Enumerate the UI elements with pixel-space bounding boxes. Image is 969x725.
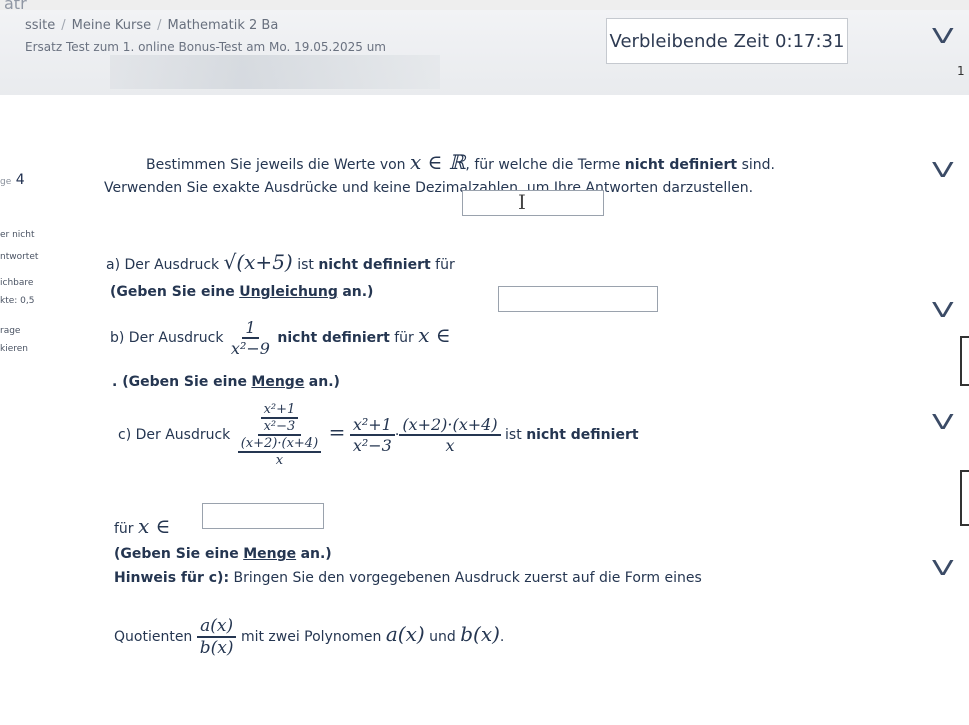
question-number-value: 4: [15, 172, 25, 188]
hint2-fraction: a(x) b(x): [197, 616, 237, 658]
breadcrumb-root[interactable]: ssite: [25, 18, 55, 33]
part-c-rhs-fraction-2: (x+2)·(x+4) x: [399, 415, 501, 455]
part-b-bold: nicht definiert: [277, 330, 390, 346]
part-c-compound-fraction: x²+1 x²−3 (x+2)·(x+4) x: [235, 402, 324, 468]
chevron-down-icon[interactable]: V: [932, 410, 954, 434]
site-brand[interactable]: atr: [4, 0, 27, 13]
breadcrumb-separator: /: [61, 18, 66, 33]
part-a-hint-word: Ungleichung: [239, 284, 338, 300]
part-a-math: √(x+5): [223, 250, 293, 274]
part-c-hint-suffix: an.): [300, 546, 332, 562]
chevron-down-icon[interactable]: V: [932, 24, 954, 48]
part-b-prefix: b) Der Ausdruck: [110, 330, 224, 346]
part-c-rhs1-numerator: x²+1: [349, 415, 395, 436]
hint2-denominator: b(x): [199, 638, 234, 658]
hint-text: Bringen Sie den vorgegebenen Ausdruck zu…: [233, 570, 702, 586]
hint-label: Hinweis für c):: [114, 570, 230, 586]
part-c-answer-input[interactable]: [202, 503, 324, 529]
part-a-line: a) Der Ausdruck √(x+5) ist nicht definie…: [106, 250, 455, 274]
part-c-prefix: c) Der Ausdruck: [118, 427, 231, 443]
part-c-denom-numerator: (x+2)·(x+4): [237, 436, 322, 453]
part-a-prefix: a) Der Ausdruck: [106, 257, 220, 273]
part-b-hint-suffix: an.): [308, 374, 340, 390]
hint2-end: .: [499, 629, 505, 645]
part-a-hint: (Geben Sie eine Ungleichung an.): [110, 284, 373, 300]
part-b-line: b) Der Ausdruck 1 x²−9 nicht definiert f…: [110, 318, 451, 358]
hint-line: Hinweis für c): Bringen Sie den vorgegeb…: [114, 570, 702, 586]
part-a-hint-suffix: an.): [342, 284, 374, 300]
question-status-2: ntwortet: [0, 252, 39, 262]
part-c-outer-denominator: (x+2)·(x+4) x: [235, 436, 324, 468]
breadcrumb-quiz-prefix: Ersatz: [25, 40, 63, 54]
hint2-prefix: Quotienten: [114, 629, 193, 645]
part-c-line: c) Der Ausdruck x²+1 x²−3 (x+2)·(x+4) x …: [118, 402, 639, 468]
text-cursor-icon: I: [518, 190, 526, 214]
part-c-hint: (Geben Sie eine Menge an.): [114, 546, 332, 562]
nav-question-number[interactable]: 1: [957, 64, 965, 78]
part-c-hint-word: Menge: [243, 546, 297, 562]
part-c-for-line: für x ∈: [114, 514, 170, 538]
question-status: er nicht: [0, 230, 35, 240]
part-c-inner-fraction: x²+1 x²−3: [260, 402, 299, 434]
intro-text: Bestimmen Sie jeweils die Werte von: [146, 157, 406, 173]
intro-line-2: Verwenden Sie exakte Ausdrücke und keine…: [104, 180, 754, 196]
part-b-hint: . (Geben Sie eine Menge an.): [112, 374, 340, 390]
hint2-a: a(x): [385, 622, 425, 646]
part-b-answer-input[interactable]: [498, 286, 658, 312]
part-c-denom-denominator: x: [275, 453, 284, 468]
part-b-math: x ∈: [418, 323, 451, 347]
part-a-for: für: [435, 257, 455, 273]
part-b-hint-word: Menge: [251, 374, 305, 390]
chevron-down-icon[interactable]: V: [932, 158, 954, 182]
flag-question-link[interactable]: rage: [0, 326, 20, 336]
part-a-suffix: ist: [297, 257, 314, 273]
intro-math: x ∈ ℝ: [410, 150, 466, 174]
part-c-rhs1-denominator: x²−3: [352, 436, 392, 455]
hint2-b: b(x): [460, 622, 500, 646]
nav-question-box[interactable]: [960, 470, 969, 526]
part-a-hint-prefix: (Geben Sie eine: [110, 284, 235, 300]
intro-text-c: sind.: [741, 157, 775, 173]
part-c-math: x ∈: [138, 514, 171, 538]
chevron-down-icon[interactable]: V: [932, 298, 954, 322]
hint2-mid: mit zwei Polynomen: [240, 629, 382, 645]
part-c-inner-denominator: x²−3: [263, 419, 296, 434]
part-b-denominator: x²−9: [230, 339, 270, 358]
part-c-inner-numerator: x²+1: [260, 402, 299, 419]
part-a-bold: nicht definiert: [318, 257, 431, 273]
part-c-hint-prefix: (Geben Sie eine: [114, 546, 239, 562]
part-c-equals: =: [328, 420, 346, 444]
hint-line-2: Quotienten a(x) b(x) mit zwei Polynomen …: [114, 616, 504, 658]
part-c-rhs2-denominator: x: [445, 436, 455, 455]
part-c-rhs-fraction-1: x²+1 x²−3: [349, 415, 395, 455]
hint2-und: und: [429, 629, 456, 645]
question-number: ge 4: [0, 172, 25, 188]
part-c-outer-numerator: x²+1 x²−3: [257, 402, 302, 436]
question-number-prefix: ge: [0, 177, 12, 187]
part-b-for: für: [394, 330, 414, 346]
hint2-numerator: a(x): [197, 616, 237, 638]
points-value: kte: 0,5: [0, 296, 35, 306]
part-a-answer-input[interactable]: [462, 190, 604, 216]
part-c-rhs2-numerator: (x+2)·(x+4): [399, 415, 501, 436]
chevron-down-icon[interactable]: V: [932, 556, 954, 580]
intro-line-1: Bestimmen Sie jeweils die Werte von x ∈ …: [146, 150, 775, 174]
intro-bold: nicht definiert: [624, 157, 738, 173]
question-content: Bestimmen Sie jeweils die Werte von x ∈ …: [100, 0, 930, 725]
points-label: ichbare: [0, 278, 34, 288]
part-c-suffix: ist: [505, 427, 522, 443]
part-b-numerator: 1: [242, 318, 259, 339]
nav-question-box[interactable]: [960, 336, 969, 386]
part-b-hint-prefix: . (Geben Sie eine: [112, 374, 247, 390]
part-b-fraction: 1 x²−9: [228, 318, 273, 358]
intro-text-b: , für welche die Terme: [465, 157, 621, 173]
flag-question-link-2[interactable]: kieren: [0, 344, 28, 354]
part-c-bold: nicht definiert: [526, 427, 639, 443]
quiz-navigation-panel: V 1 V V V V: [930, 0, 969, 725]
part-c-for: für: [114, 521, 134, 537]
part-c-denom-fraction: (x+2)·(x+4) x: [237, 436, 322, 468]
